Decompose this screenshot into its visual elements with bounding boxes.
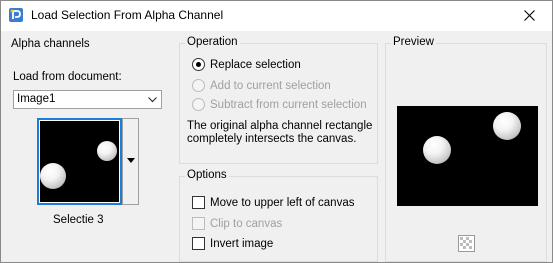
preview-image <box>397 106 538 206</box>
checkbox[interactable] <box>192 217 205 230</box>
radio-replace-selection[interactable]: Replace selection <box>192 58 301 71</box>
radio-label: Subtract from current selection <box>210 98 367 111</box>
document-select-value: Image1 <box>17 93 56 105</box>
document-select[interactable]: Image1 <box>13 90 162 109</box>
operation-group-label: Operation <box>185 36 240 48</box>
radio-add-to-selection[interactable]: Add to current selection <box>192 79 331 92</box>
checkbox-invert-image[interactable]: Invert image <box>192 237 273 250</box>
alpha-channels-label: Alpha channels <box>11 38 90 50</box>
radio-subtract-from-selection[interactable]: Subtract from current selection <box>192 98 367 111</box>
checkbox[interactable] <box>192 237 205 250</box>
radio-button[interactable] <box>192 58 205 71</box>
checkbox[interactable] <box>192 196 205 209</box>
thumbnail-canvas <box>40 121 119 202</box>
checkbox-move-to-upper-left[interactable]: Move to upper left of canvas <box>192 196 354 209</box>
title-bar: Load Selection From Alpha Channel <box>1 1 552 31</box>
operation-info-text: The original alpha channel rectangle com… <box>187 120 373 145</box>
checkbox-label: Move to upper left of canvas <box>210 196 355 209</box>
close-icon <box>523 10 535 21</box>
thumbnail-sphere-right <box>97 141 117 161</box>
load-from-document-label: Load from document: <box>13 71 122 83</box>
channel-name: Selectie 3 <box>53 214 104 226</box>
paintshop-icon <box>9 8 23 22</box>
preview-group-label: Preview <box>391 36 436 48</box>
radio-button[interactable] <box>192 98 205 111</box>
thumbnail-dropdown-button[interactable] <box>122 118 139 205</box>
thumbnail-sphere-left <box>40 163 66 189</box>
close-button[interactable] <box>506 1 552 30</box>
dialog-window: Load Selection From Alpha Channel Alpha … <box>0 0 553 263</box>
checkbox-label: Invert image <box>210 237 274 250</box>
preview-sphere-left <box>423 136 451 164</box>
checkbox-clip-to-canvas[interactable]: Clip to canvas <box>192 217 282 230</box>
alpha-channel-thumbnail[interactable] <box>37 118 122 205</box>
triangle-down-icon <box>127 158 135 163</box>
chevron-down-icon <box>148 97 157 103</box>
transparency-checker-icon[interactable] <box>458 235 475 252</box>
preview-sphere-right <box>493 112 521 140</box>
radio-label: Replace selection <box>210 58 301 71</box>
checkbox-label: Clip to canvas <box>210 217 283 230</box>
window-title: Load Selection From Alpha Channel <box>31 8 224 22</box>
radio-label: Add to current selection <box>210 79 331 92</box>
options-group-label: Options <box>185 169 229 181</box>
radio-button[interactable] <box>192 79 205 92</box>
